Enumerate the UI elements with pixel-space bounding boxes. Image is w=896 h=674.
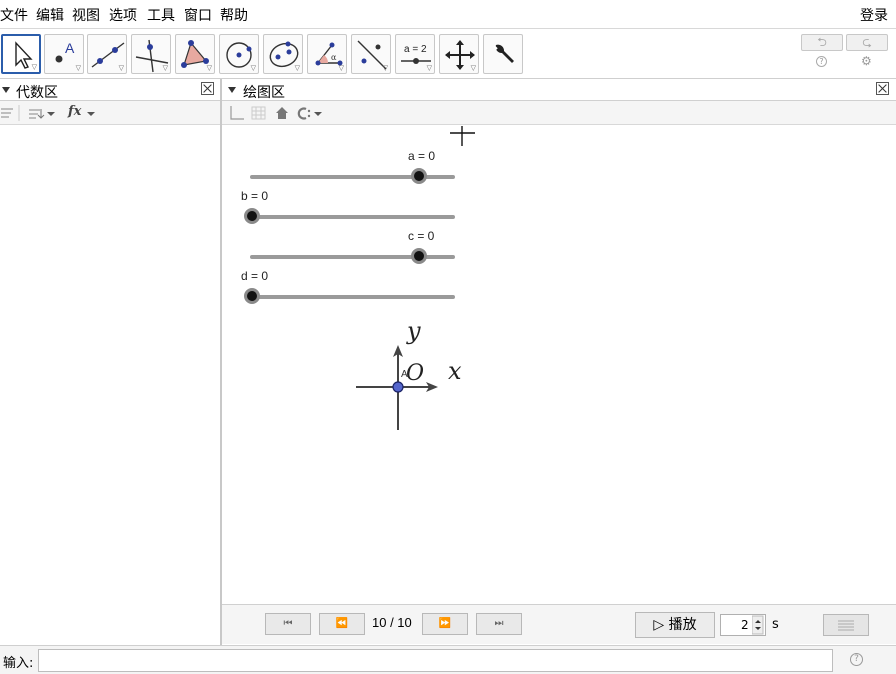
construction-navigation-bar: ⏮ ⏪ 10 / 10 ⏩ ⏭ ▷ 播放 2 s: [222, 604, 896, 644]
x-axis-label: x: [448, 357, 462, 385]
undo-button[interactable]: ⮌: [801, 34, 843, 51]
y-axis-label: y: [406, 317, 421, 345]
graphics-panel-title: 绘图区: [243, 85, 285, 101]
first-step-icon: ⏮: [283, 618, 293, 629]
angle-tool-button[interactable]: α ▽: [307, 34, 347, 74]
point-capturing-icon[interactable]: [297, 107, 322, 120]
point-tool-button[interactable]: A ▽: [44, 34, 84, 74]
previous-step-button[interactable]: ⏪: [319, 613, 365, 635]
reflect-tool-button[interactable]: ▽: [351, 34, 391, 74]
menu-window[interactable]: 窗口: [184, 5, 212, 25]
perpendicular-tool-button[interactable]: ▽: [131, 34, 171, 74]
collapse-arrow-icon[interactable]: [2, 87, 10, 93]
construction-protocol-icon: [838, 620, 854, 631]
speed-stepper[interactable]: 2: [720, 614, 766, 636]
ellipse-tool-button[interactable]: ▽: [263, 34, 303, 74]
slider-d-label: d = 0: [241, 269, 269, 283]
graphics-panel-header: 绘图区: [222, 79, 896, 101]
redo-button[interactable]: ⮎: [846, 34, 888, 51]
slider-d-track[interactable]: [250, 295, 455, 299]
login-link[interactable]: 登录: [860, 5, 888, 25]
previous-step-icon: ⏪: [335, 618, 349, 629]
fx-dropdown-arrow-icon[interactable]: [86, 101, 96, 125]
toolbar: ▽ A ▽ ▽ ▽ ▽ ▽ ▽ α ▽ ▽ a = 2 ▽ ▽ ⮌ ⮎ ? ⚙: [0, 28, 896, 79]
input-help-fx-icon[interactable]: fx: [68, 104, 81, 119]
point-a[interactable]: [392, 381, 404, 393]
circle-tool-button[interactable]: ▽: [219, 34, 259, 74]
svg-text:A: A: [65, 40, 75, 56]
sort-icon[interactable]: [29, 109, 55, 119]
play-button[interactable]: ▷ 播放: [635, 612, 715, 638]
wrench-tool-button[interactable]: [483, 34, 523, 74]
close-graphics-panel-icon[interactable]: [876, 82, 889, 95]
step-counter: 10 / 10: [372, 615, 412, 630]
slider-c-knob[interactable]: [411, 248, 427, 264]
graphics-canvas[interactable]: y x O A: [222, 126, 896, 603]
move-tool-button[interactable]: ▽: [1, 34, 41, 74]
slider-b-label: b = 0: [241, 189, 269, 203]
speed-unit: s: [772, 617, 779, 632]
svg-text:α: α: [331, 53, 337, 62]
algebra-panel-header: 代数区: [0, 79, 220, 101]
slider-c-label: c = 0: [408, 229, 435, 243]
show-axes-icon[interactable]: [230, 106, 244, 120]
first-step-button[interactable]: ⏮: [265, 613, 311, 635]
slider-tool-button[interactable]: a = 2 ▽: [395, 34, 435, 74]
help-icon[interactable]: ?: [816, 56, 827, 67]
slider-b-knob[interactable]: [244, 208, 260, 224]
input-label: 输入:: [3, 656, 34, 671]
slider-d-knob[interactable]: [244, 288, 260, 304]
last-step-button[interactable]: ⏭: [476, 613, 522, 635]
origin-label: O: [406, 361, 424, 386]
menu-options[interactable]: 选项: [109, 5, 137, 25]
polygon-tool-button[interactable]: ▽: [175, 34, 215, 74]
input-bar: 输入: ?: [0, 645, 896, 674]
speed-value: 2: [741, 618, 749, 632]
toggle-description-icon[interactable]: [1, 108, 13, 118]
command-input[interactable]: [38, 649, 833, 672]
slider-b-track[interactable]: [250, 215, 455, 219]
line-tool-button[interactable]: ▽: [87, 34, 127, 74]
collapse-arrow-icon[interactable]: [228, 87, 236, 93]
move-tool-icon: [15, 41, 33, 69]
menu-file[interactable]: 文件: [0, 5, 28, 25]
algebra-style-bar: fx: [0, 101, 220, 125]
svg-text:a = 2: a = 2: [404, 44, 427, 55]
wrench-tool-icon: [493, 44, 514, 63]
settings-gear-icon[interactable]: ⚙: [861, 54, 872, 68]
undo-icon: ⮌: [817, 35, 827, 49]
close-algebra-panel-icon[interactable]: [201, 82, 214, 95]
next-step-button[interactable]: ⏩: [422, 613, 468, 635]
input-help-icon[interactable]: ?: [850, 653, 863, 666]
next-step-icon: ⏩: [438, 618, 452, 629]
last-step-icon: ⏭: [494, 618, 504, 629]
redo-icon: ⮎: [862, 35, 872, 49]
menu-bar: 文件 编辑 视图 选项 工具 窗口 帮助 登录: [0, 0, 896, 28]
slider-a-knob[interactable]: [411, 168, 427, 184]
menu-view[interactable]: 视图: [72, 5, 100, 25]
menu-edit[interactable]: 编辑: [36, 5, 64, 25]
move-graphics-view-tool-button[interactable]: ▽: [439, 34, 479, 74]
slider-a-label: a = 0: [408, 149, 436, 163]
home-icon[interactable]: [276, 107, 288, 119]
menu-tools[interactable]: 工具: [147, 5, 175, 25]
open-construction-protocol-button[interactable]: [823, 614, 869, 636]
stepper-arrows-icon[interactable]: [752, 615, 764, 635]
graphics-style-bar: [222, 101, 896, 125]
point-a-label: A: [401, 369, 408, 380]
crosshair-cursor-icon: [450, 126, 475, 146]
algebra-panel-title: 代数区: [16, 85, 58, 101]
show-grid-icon[interactable]: [251, 106, 266, 120]
menu-help[interactable]: 帮助: [220, 5, 248, 25]
